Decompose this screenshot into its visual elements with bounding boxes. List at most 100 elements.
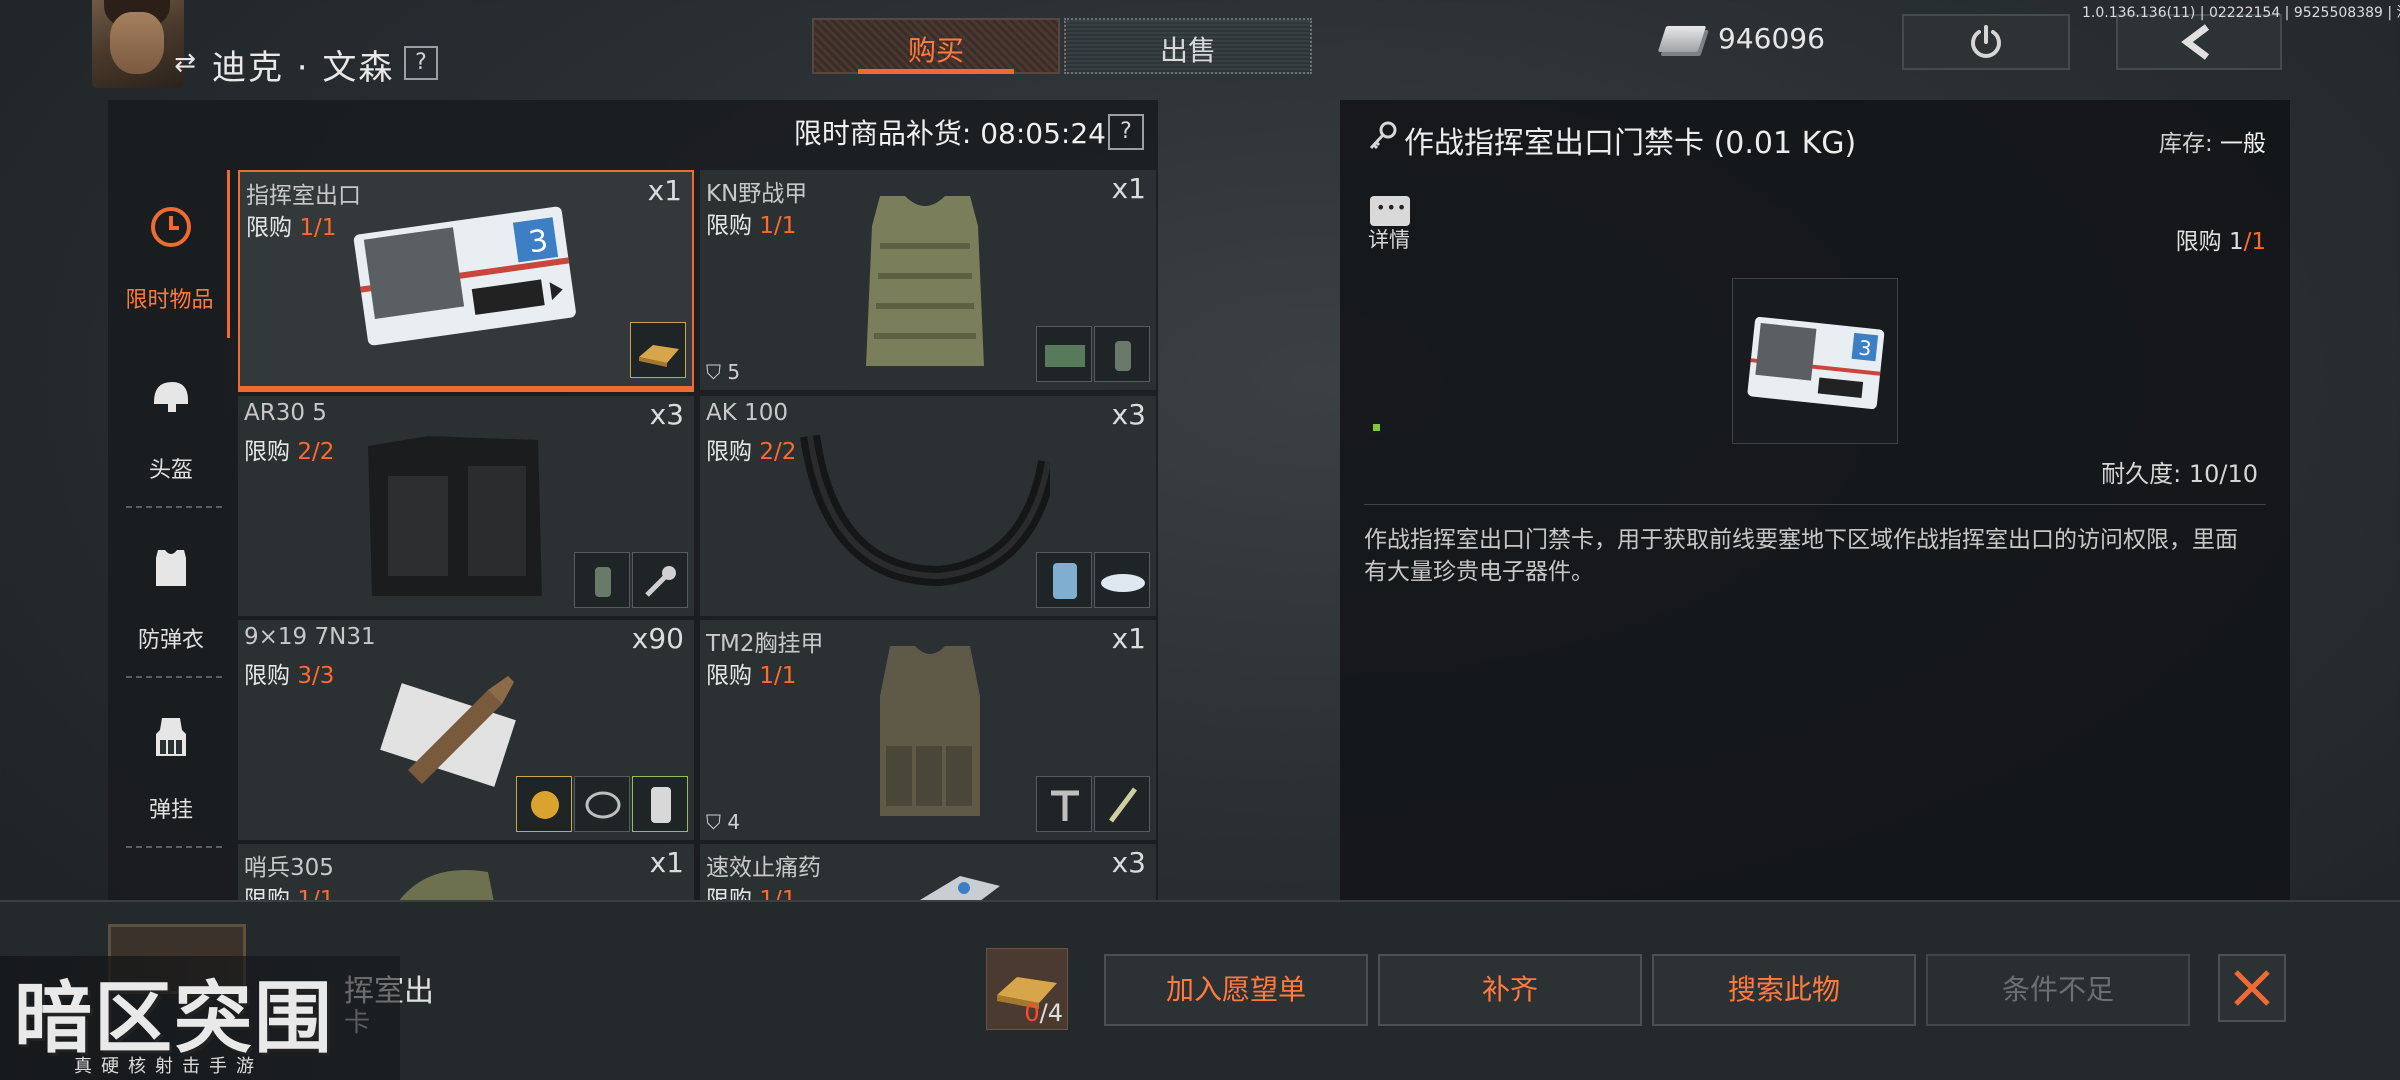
close-icon [2234,970,2270,1006]
power-button[interactable] [1902,14,2070,70]
vest-icon [156,550,186,586]
shop-item-card[interactable]: AR30 5 限购 2/2 x3 [238,396,694,616]
search-item-button[interactable]: 搜索此物 [1652,954,1916,1026]
drum-magazine-image [800,434,1050,586]
necklace-icon [585,791,621,819]
keycard-image: 3 [353,206,576,346]
fill-up-button[interactable]: 补齐 [1378,954,1642,1026]
reward-slot[interactable] [1094,552,1150,608]
item-name: 速效止痛药 [706,855,821,881]
details-icon[interactable] [1370,196,1410,226]
details-label[interactable]: 详情 [1368,224,1410,254]
item-limit: 限购 3/3 [244,663,335,689]
chest-rig-icon [156,718,186,756]
game-logo: 暗区突围 真硬核射击手游 [0,956,400,1080]
shop-item-card[interactable]: 9×19 7N31 限购 3/3 x90 [238,620,694,840]
cloth-icon [1045,345,1085,367]
restock-help-button[interactable]: ? [1108,114,1144,150]
shop-item-card[interactable]: 指挥室出口 限购 1/1 x1 3 [238,170,694,392]
divider [1364,504,2266,505]
tab-sell-label: 出售 [1159,34,1216,67]
reward-slot[interactable] [630,322,686,378]
tab-active-indicator [858,69,1014,74]
coin-icon [531,791,559,819]
grenade-icon [1115,341,1131,371]
power-icon [1971,25,2001,58]
item-limit-count: 1/1 [759,213,797,239]
keycard-image: 3 [1747,316,1885,410]
knife-icon [1109,787,1137,823]
durability: 耐久度: 10/10 [2101,460,2258,488]
item-limit: 限购 1/1 [706,663,797,689]
tab-buy[interactable]: 购买 [812,18,1060,74]
item-name: AK 100 [706,400,789,426]
body-armor-image [866,196,984,366]
reward-slot[interactable] [574,552,630,608]
category-label: 头盔 [148,458,193,483]
shop-item-card[interactable]: KN野战甲 限购 1/1 x1 ⛉ 5 [700,170,1156,390]
tool-icon [1051,790,1079,821]
currency-icon [1657,26,1707,52]
item-quantity: x3 [649,398,684,431]
category-vest[interactable]: 防弹衣 [112,510,230,678]
back-button[interactable] [2116,14,2282,70]
reward-slot[interactable] [516,776,572,832]
category-helmet[interactable]: 头盔 [112,340,230,508]
close-button[interactable] [2218,954,2286,1022]
helmet-icon [154,382,188,412]
swap-character-icon[interactable]: ⇄ [170,48,200,78]
armor-class: ⛉ 5 [706,360,741,384]
reward-slot[interactable] [632,776,688,832]
shop-panel: 限时商品补货: 08:05:24 ? 限时物品 头盔 防弹衣 弹挂 指挥室出口 … [108,100,1158,900]
required-item-slot[interactable]: 0/4 [986,948,1068,1030]
stock-status: 库存: 一般 [2158,131,2266,157]
item-limit-count: 1/1 [759,887,797,900]
item-detail-panel: 作战指挥室出口门禁卡 (0.01 KG) 库存: 一般 详情 限购 1/1 3 … [1340,100,2290,900]
item-limit: 限购 1/1 [706,880,796,900]
category-divider [126,506,222,508]
item-limit: 限购 1/1 [244,880,334,900]
armor-class: ⛉ 4 [706,810,741,834]
logo-subtitle: 真硬核射击手游 [74,1056,263,1077]
gold-bar-icon [639,345,679,367]
detail-title: 作战指挥室出口门禁卡 (0.01 KG) [1404,126,1857,161]
item-quantity: x1 [647,174,682,207]
character-help-button[interactable]: ? [404,46,438,80]
item-limit: 限购 2/2 [244,439,335,465]
item-limit-count: 2/2 [759,439,797,465]
stock-value: 一般 [2220,131,2266,157]
item-name: 9×19 7N31 [244,624,376,650]
category-divider [126,846,222,848]
category-chest-rig[interactable]: 弹挂 [112,680,230,848]
shop-item-card[interactable]: AK 100 限购 2/2 x3 [700,396,1156,616]
shop-item-card[interactable]: 哨兵305 限购 1/1 x1 [238,844,694,900]
item-name: 指挥室出口 [246,183,361,209]
reward-slot[interactable] [1036,552,1092,608]
reward-slot[interactable] [1036,326,1092,382]
item-limit: 限购 2/2 [706,439,797,465]
item-quantity: x3 [1111,398,1146,431]
clock-icon [151,207,191,247]
reward-slot[interactable] [632,552,688,608]
reward-slot[interactable] [1094,326,1150,382]
item-limit: 限购 1/1 [246,215,337,241]
reward-slot[interactable] [574,776,630,832]
reward-slot[interactable] [1036,776,1092,832]
conditions-not-met-button[interactable]: 条件不足 [1926,954,2190,1026]
item-description: 作战指挥室出口门禁卡，用于获取前线要塞地下区域作战指挥室出口的访问权限，里面有大… [1364,527,2238,585]
key-icon [1369,121,1397,150]
portrait-face [110,12,164,74]
item-quantity: x1 [1111,172,1146,205]
item-quantity: x90 [631,622,684,655]
shop-item-card[interactable]: TM2胸挂甲 限购 1/1 x1 ⛉ 4 [700,620,1156,840]
category-label: 限时物品 [125,288,214,313]
item-name: TM2胸挂甲 [706,631,824,657]
tab-sell[interactable]: 出售 [1064,18,1312,74]
item-limit-count: 1/1 [759,663,797,689]
add-to-wishlist-button[interactable]: 加入愿望单 [1104,954,1368,1026]
shop-item-card[interactable]: 速效止痛药 限购 1/1 x3 [700,844,1156,900]
item-limit-count: 3/3 [297,663,335,689]
item-limit: 限购 1/1 [706,213,797,239]
category-limited[interactable]: 限时物品 [112,170,230,338]
reward-slot[interactable] [1094,776,1150,832]
